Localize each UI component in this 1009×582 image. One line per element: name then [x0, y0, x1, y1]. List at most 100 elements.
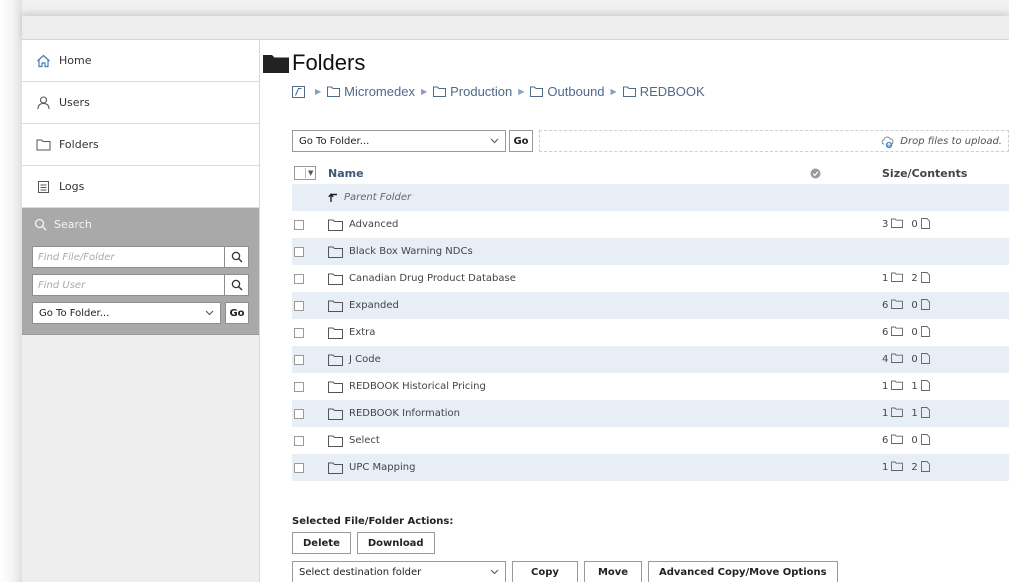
- row-check-cell: [292, 408, 328, 419]
- breadcrumb-item[interactable]: REDBOOK: [622, 84, 705, 99]
- find-file-input[interactable]: [33, 247, 224, 267]
- table-row[interactable]: Black Box Warning NDCs: [292, 238, 1009, 265]
- breadcrumb-separator: ▶: [610, 87, 617, 96]
- row-checkbox[interactable]: [294, 354, 304, 365]
- folder-count: 1: [882, 461, 904, 474]
- size-cell: 40: [882, 352, 1009, 367]
- size-cell: 60: [882, 433, 1009, 448]
- upload-dropzone[interactable]: Drop files to upload.: [539, 130, 1009, 152]
- sidebar-item-label: Logs: [59, 180, 85, 193]
- search-panel: Search Go To Folder... Go: [22, 208, 259, 335]
- table-row[interactable]: REDBOOK Historical Pricing 1 1: [292, 373, 1009, 400]
- folder-name[interactable]: UPC Mapping: [349, 462, 415, 473]
- folder-count: 4: [882, 353, 904, 366]
- table-row[interactable]: REDBOOK Information 1 1: [292, 400, 1009, 427]
- search-icon: [231, 251, 242, 263]
- name-column-header[interactable]: Name: [328, 167, 810, 180]
- file-count: 0: [911, 325, 930, 340]
- folder-name[interactable]: Expanded: [349, 300, 399, 311]
- folder-name[interactable]: Advanced: [349, 219, 398, 230]
- row-checkbox[interactable]: [294, 435, 304, 446]
- folder-filled-icon: [262, 52, 290, 74]
- size-cell: 11: [882, 379, 1009, 394]
- find-user-search-button[interactable]: [224, 275, 248, 295]
- find-user-row: [32, 274, 249, 296]
- size-cell: 60: [882, 298, 1009, 313]
- table-row[interactable]: Select 6 0: [292, 427, 1009, 454]
- folder-name[interactable]: Extra: [349, 327, 375, 338]
- logs-icon: [35, 179, 51, 195]
- row-checkbox[interactable]: [294, 462, 304, 473]
- breadcrumb-label: Micromedex: [344, 84, 415, 99]
- sidebar-goto-select[interactable]: Go To Folder...: [32, 302, 221, 324]
- row-checkbox[interactable]: [294, 273, 304, 284]
- folder-icon: [888, 380, 904, 393]
- folder-icon: [328, 327, 343, 339]
- delete-button[interactable]: Delete: [292, 532, 351, 554]
- size-cell: 11: [882, 406, 1009, 421]
- row-check-cell: [292, 300, 328, 311]
- folder-name-cell: Black Box Warning NDCs: [328, 246, 810, 258]
- table-row[interactable]: Canadian Drug Product Database 1 2: [292, 265, 1009, 292]
- folder-name[interactable]: Canadian Drug Product Database: [349, 273, 516, 284]
- move-button[interactable]: Move: [584, 561, 642, 582]
- advanced-copy-move-button[interactable]: Advanced Copy/Move Options: [648, 561, 838, 582]
- row-check-cell: [292, 273, 328, 284]
- size-cell: 12: [882, 460, 1009, 475]
- row-checkbox[interactable]: [294, 327, 304, 338]
- row-checkbox[interactable]: [294, 408, 304, 419]
- breadcrumb: ▶ Micromedex ▶ Production ▶ Outbound ▶ R…: [292, 84, 705, 99]
- folder-count: 6: [882, 299, 904, 312]
- table-row[interactable]: Expanded 6 0: [292, 292, 1009, 319]
- status-column-header: [810, 168, 882, 179]
- copy-button[interactable]: Copy: [512, 561, 578, 582]
- breadcrumb-item[interactable]: Micromedex: [327, 84, 415, 99]
- find-file-search-button[interactable]: [224, 247, 248, 267]
- goto-go-button[interactable]: Go: [509, 130, 533, 152]
- row-checkbox[interactable]: [294, 219, 304, 230]
- search-icon: [231, 279, 242, 291]
- file-icon: [918, 325, 930, 340]
- file-icon: [918, 406, 930, 421]
- size-column-header[interactable]: Size/Contents: [882, 167, 1009, 180]
- table-row[interactable]: UPC Mapping 1 2: [292, 454, 1009, 481]
- sidebar-go-button[interactable]: Go: [225, 302, 249, 324]
- download-button[interactable]: Download: [356, 532, 435, 554]
- folder-name[interactable]: Black Box Warning NDCs: [349, 246, 473, 257]
- folder-name[interactable]: REDBOOK Historical Pricing: [349, 381, 486, 392]
- row-checkbox[interactable]: [294, 300, 304, 311]
- table-row[interactable]: Extra 6 0: [292, 319, 1009, 346]
- folder-count: 1: [882, 272, 904, 285]
- folder-name[interactable]: Select: [349, 435, 380, 446]
- goto-folder-select[interactable]: Go To Folder...: [292, 130, 506, 152]
- folder-name-cell: REDBOOK Historical Pricing: [328, 381, 810, 393]
- select-all-checkbox[interactable]: ▼: [294, 166, 316, 180]
- sidebar-item-home[interactable]: Home: [22, 40, 259, 82]
- table-row[interactable]: J Code 4 0: [292, 346, 1009, 373]
- breadcrumb-label: REDBOOK: [639, 84, 705, 99]
- folder-name[interactable]: REDBOOK Information: [349, 408, 460, 419]
- actions-line-2: Select destination folder Copy Move Adva…: [292, 561, 1009, 582]
- folder-icon: [888, 353, 904, 366]
- top-bar: [22, 16, 1009, 40]
- breadcrumb-item[interactable]: Production: [433, 84, 512, 99]
- destination-folder-value: Select destination folder: [299, 566, 422, 578]
- sidebar-item-folders[interactable]: Folders: [22, 124, 259, 166]
- file-count: 2: [911, 460, 930, 475]
- row-check-cell: [292, 354, 328, 365]
- find-user-input[interactable]: [33, 275, 224, 295]
- breadcrumb-root[interactable]: [292, 85, 309, 98]
- row-checkbox[interactable]: [294, 246, 304, 257]
- row-check-cell: [292, 246, 328, 257]
- row-checkbox[interactable]: [294, 381, 304, 392]
- table-row[interactable]: Advanced 3 0: [292, 211, 1009, 238]
- breadcrumb-item[interactable]: Outbound: [530, 84, 605, 99]
- destination-folder-select[interactable]: Select destination folder: [292, 561, 506, 582]
- folder-name[interactable]: J Code: [349, 354, 381, 365]
- sidebar: Home Users Folders Logs Search Find File…: [22, 40, 260, 582]
- select-all-cell: ▼: [292, 166, 328, 180]
- parent-folder-row[interactable]: Parent Folder: [292, 184, 1009, 211]
- sidebar-item-users[interactable]: Users: [22, 82, 259, 124]
- sidebar-item-logs[interactable]: Logs: [22, 166, 259, 208]
- folder-name-cell: Advanced: [328, 219, 810, 231]
